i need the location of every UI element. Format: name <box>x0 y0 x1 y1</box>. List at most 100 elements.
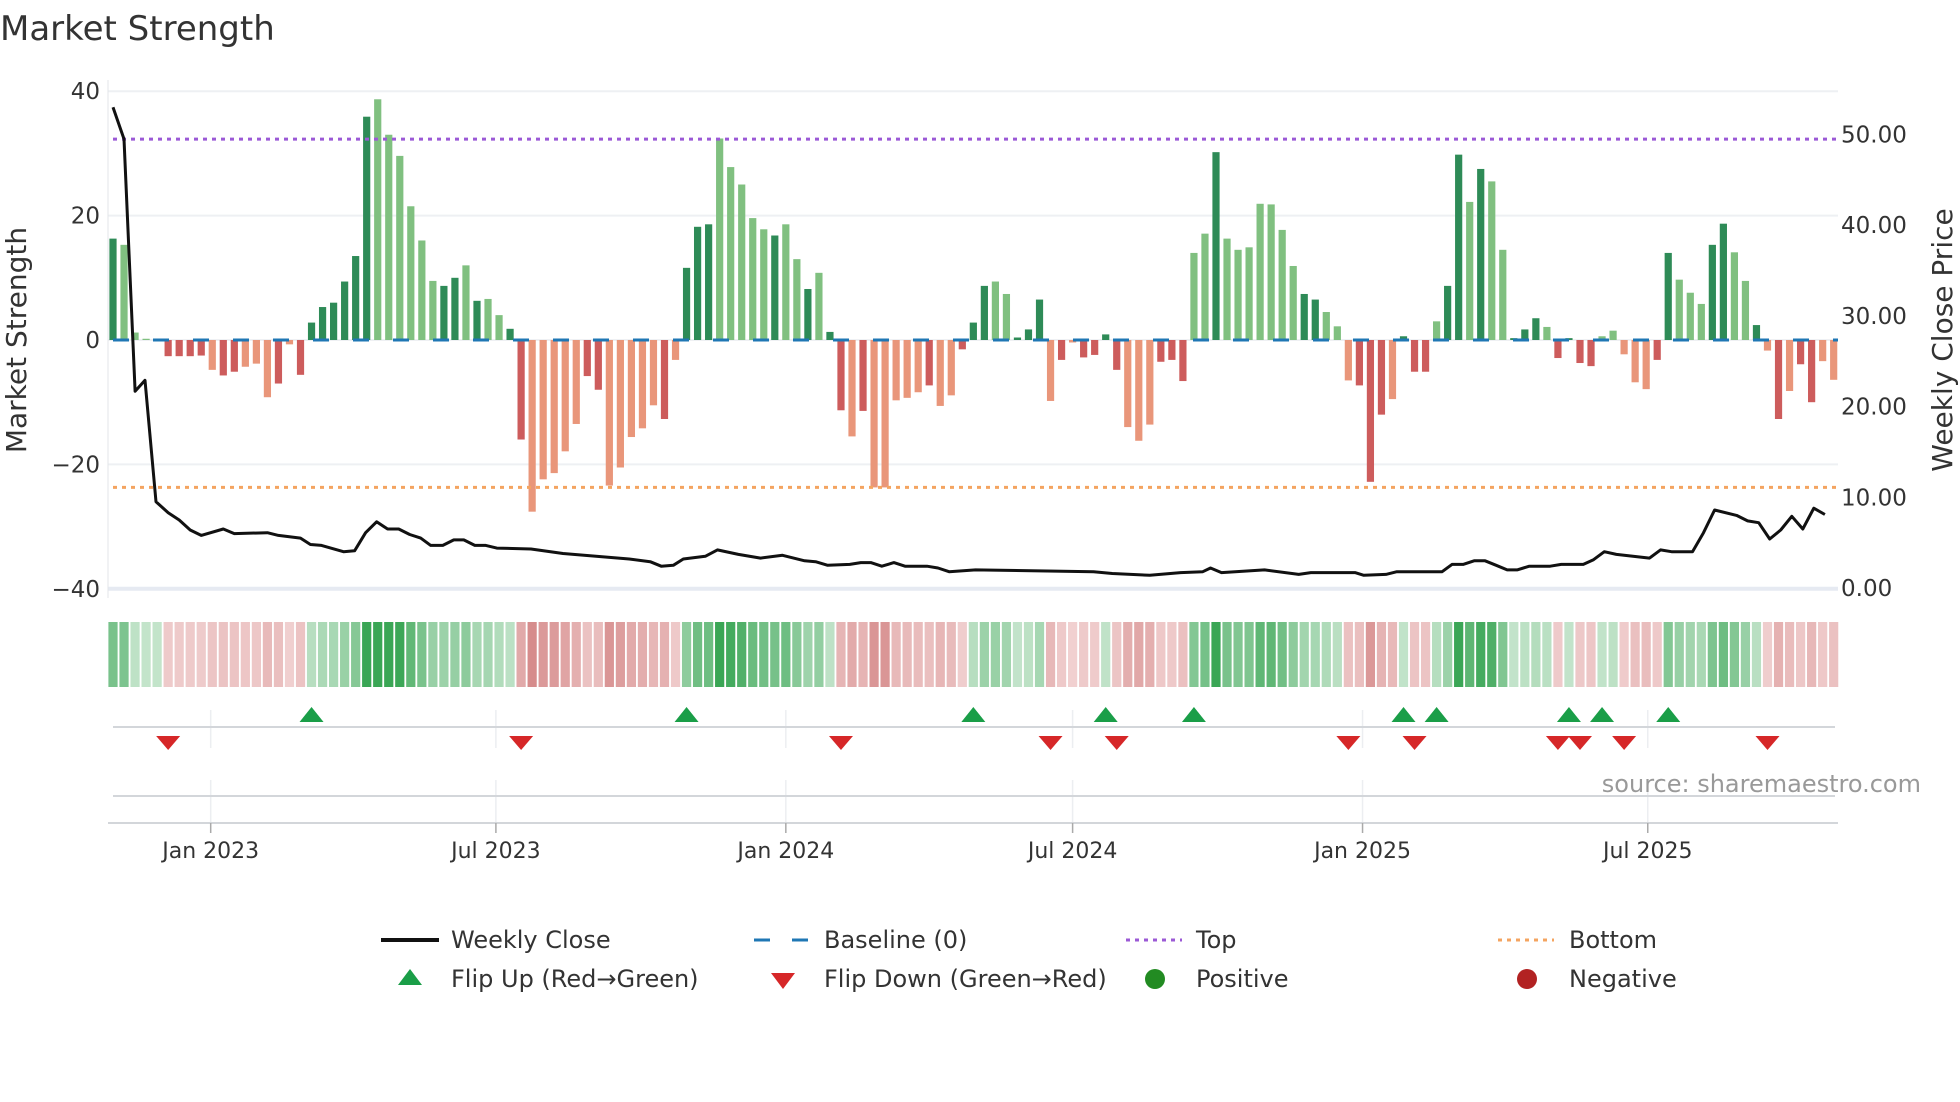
positive-bar <box>815 272 823 340</box>
positive-bar <box>980 285 988 340</box>
heatmap-cell <box>913 622 923 687</box>
heatmap-cell <box>637 622 648 687</box>
positive-bar <box>495 315 503 340</box>
heatmap-cell <box>527 622 537 687</box>
positive-bar <box>1477 168 1485 340</box>
flip-up-marker <box>1556 707 1581 722</box>
legend-item-top: Top <box>1126 926 1237 954</box>
heatmap-cell <box>1420 622 1431 687</box>
negative-bar <box>1344 340 1352 381</box>
heatmap-cell <box>946 622 956 687</box>
positive-bar <box>693 226 702 340</box>
positive-bar <box>396 155 404 340</box>
heatmap-cell <box>1068 622 1078 687</box>
positive-bar <box>1730 252 1739 340</box>
heatmap-cell <box>593 622 603 687</box>
positive-bar <box>738 184 746 340</box>
heatmap-cell <box>1123 622 1133 687</box>
negative-bar <box>296 340 305 375</box>
x-tick-label: Jan 2025 <box>1312 839 1411 864</box>
positive-bar <box>749 218 757 340</box>
negative-bar <box>1554 340 1562 359</box>
negative-bar <box>1808 340 1816 403</box>
negative-bar <box>1113 340 1121 370</box>
positive-bar <box>1223 238 1231 340</box>
negative-bar <box>1763 340 1772 351</box>
heatmap-cell <box>329 622 339 687</box>
positive-bar <box>1234 249 1242 340</box>
y2-tick-label: 0.00 <box>1841 576 1892 602</box>
negative-bar <box>1587 340 1595 367</box>
flip-down-marker <box>1612 736 1637 750</box>
positive-bar <box>1444 285 1452 340</box>
heatmap-cell <box>1829 622 1839 687</box>
positive-bar <box>1675 279 1683 340</box>
negative-bar <box>1642 340 1650 390</box>
negative-bar <box>550 340 558 474</box>
y2-tick-label: 50.00 <box>1841 123 1907 149</box>
heatmap-cell <box>1773 622 1784 687</box>
x-tick-label: Jul 2024 <box>1026 839 1118 864</box>
x-axis-ticks: Jan 2023 Jul 2023 Jan 2024 Jul 2024 Jan 2025… <box>160 823 1693 864</box>
positive-bar <box>1686 292 1694 340</box>
negative-bar <box>1785 340 1794 392</box>
heatmap-cell <box>604 622 614 687</box>
heatmap-cell <box>340 622 350 687</box>
negative-bar <box>1631 340 1639 383</box>
legend-item-negative: Negative <box>1517 965 1677 993</box>
heatmap-cell <box>1740 622 1751 687</box>
positive-bar <box>1741 280 1750 340</box>
heatmap-cell <box>1266 622 1276 687</box>
positive-bar <box>1256 203 1264 340</box>
positive-bar <box>1609 330 1617 340</box>
negative-bar <box>561 340 569 452</box>
heatmap-cell <box>891 622 901 687</box>
negative-bar <box>616 340 624 468</box>
flip-down-marker <box>1755 736 1780 750</box>
heatmap-cell <box>1531 622 1541 687</box>
negative-bar <box>914 340 922 393</box>
heatmap-cell <box>417 622 427 687</box>
positive-bar <box>1543 326 1551 340</box>
flip-down-marker <box>1336 736 1361 750</box>
heatmap-cell <box>1365 622 1376 687</box>
heatmap-cell <box>1795 622 1806 687</box>
positive-bar <box>330 302 338 340</box>
heatmap-cell <box>902 622 912 687</box>
triangle-up-icon <box>398 969 422 985</box>
negative-bar <box>837 340 845 411</box>
y-axis-title: Market Strength <box>0 227 33 453</box>
heatmap-cell <box>1023 622 1034 687</box>
heatmap-cell <box>273 622 284 687</box>
heatmap-cell <box>1553 622 1563 687</box>
heatmap-cell <box>1244 622 1254 687</box>
heatmap-cell <box>1707 622 1717 687</box>
positive-bar <box>1212 152 1220 340</box>
heatmap-cell <box>1476 622 1486 687</box>
heatmap-cell <box>1156 622 1166 687</box>
heatmap-cell <box>1045 622 1056 687</box>
heatmap-cell <box>1652 622 1662 687</box>
y-tick-label: 40 <box>71 79 100 105</box>
legend-label: Flip Down (Green→Red) <box>824 965 1107 993</box>
negative-bar <box>1355 340 1363 386</box>
heatmap-cell <box>538 622 548 687</box>
negative-bar <box>1819 340 1827 362</box>
heatmap-cell <box>1398 622 1409 687</box>
negative-bar <box>594 340 602 390</box>
positive-bar <box>318 307 327 340</box>
positive-bar <box>1278 229 1286 340</box>
flip-down-marker <box>1038 736 1063 750</box>
negative-bar <box>870 340 878 488</box>
positive-bar <box>473 300 481 340</box>
heatmap-cell <box>1762 622 1773 687</box>
heatmap-cell <box>1233 622 1243 687</box>
heatmap-cell <box>692 622 703 687</box>
heatmap-cell <box>1409 622 1420 687</box>
positive-bar <box>1466 201 1474 340</box>
positive-bar <box>1013 337 1022 340</box>
positive-bar <box>109 238 117 340</box>
heatmap-cell <box>549 622 559 687</box>
heatmap-cell <box>1487 622 1497 687</box>
positive-bar <box>341 281 349 340</box>
